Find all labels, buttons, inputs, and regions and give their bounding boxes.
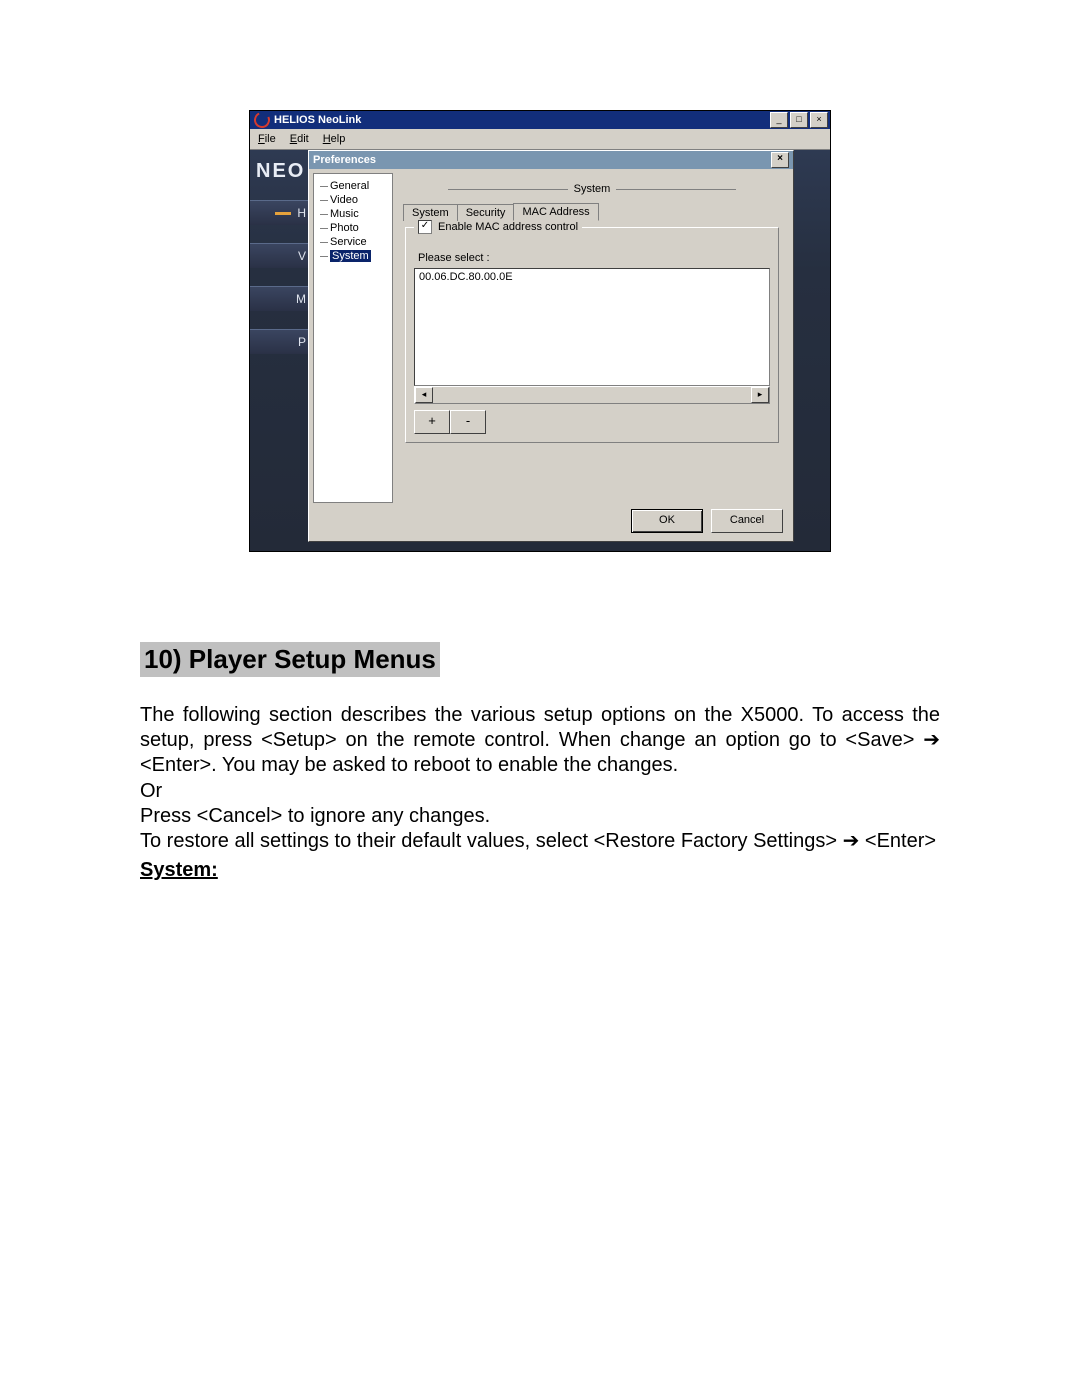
tree-item-system[interactable]: System <box>320 250 392 262</box>
tree-item-general[interactable]: General <box>320 180 392 192</box>
close-button[interactable]: × <box>810 112 828 128</box>
menu-bar: File Edit Help <box>250 129 830 150</box>
body-text: The following section describes the vari… <box>140 703 940 883</box>
window-title: HELIOS NeoLink <box>274 114 361 126</box>
please-select-label: Please select : <box>418 252 770 264</box>
tree-item-music[interactable]: Music <box>320 208 392 220</box>
cancel-button[interactable]: Cancel <box>711 509 783 533</box>
panel-tabs: System Security MAC Address <box>403 203 781 221</box>
menu-edit[interactable]: Edit <box>290 133 309 145</box>
tree-item-service[interactable]: Service <box>320 236 392 248</box>
preferences-dialog: Preferences × General Video Music Photo … <box>308 150 794 542</box>
scroll-right-icon[interactable]: ▸ <box>751 387 769 403</box>
left-tab-photo[interactable]: P <box>250 329 310 354</box>
checkbox-icon: ✓ <box>418 220 432 234</box>
mac-control-fieldset: ✓ Enable MAC address control Please sele… <box>405 220 779 443</box>
preferences-right-pane: System System Security MAC Address ✓ E <box>393 173 789 503</box>
window-titlebar: HELIOS NeoLink _ □ × <box>250 111 830 129</box>
app-brand: NEO <box>256 160 305 183</box>
list-item[interactable]: 00.06.DC.80.00.0E <box>419 271 765 283</box>
horizontal-scrollbar[interactable]: ◂ ▸ <box>414 386 770 404</box>
menu-file[interactable]: File <box>258 133 276 145</box>
scroll-left-icon[interactable]: ◂ <box>415 387 433 403</box>
ok-button[interactable]: OK <box>631 509 703 533</box>
tree-item-video[interactable]: Video <box>320 194 392 206</box>
app-left-tabs: H V M P <box>250 200 310 354</box>
preferences-title: Preferences <box>313 154 376 166</box>
remove-button[interactable]: - <box>450 410 486 434</box>
subheading-system: System: <box>140 858 940 883</box>
menu-help[interactable]: Help <box>323 133 346 145</box>
preferences-tree: General Video Music Photo Service System <box>313 173 393 503</box>
tab-system[interactable]: System <box>403 204 458 221</box>
preferences-close-button[interactable]: × <box>771 152 789 168</box>
enable-mac-checkbox[interactable]: ✓ Enable MAC address control <box>418 220 578 234</box>
checkbox-label: Enable MAC address control <box>438 221 578 233</box>
panel-heading: System <box>403 183 781 195</box>
tab-mac-address[interactable]: MAC Address <box>513 203 598 221</box>
left-tab-music[interactable]: M <box>250 286 310 311</box>
maximize-button[interactable]: □ <box>790 112 808 128</box>
screenshot-helios-neolink: HELIOS NeoLink _ □ × File Edit Help NEO … <box>249 110 831 552</box>
tab-security[interactable]: Security <box>457 204 515 221</box>
mac-address-list[interactable]: 00.06.DC.80.00.0E <box>414 268 770 386</box>
helios-logo-icon <box>252 110 273 131</box>
left-tab-video[interactable]: V <box>250 243 310 268</box>
section-heading: 10) Player Setup Menus <box>140 642 440 677</box>
left-tab-home[interactable]: H <box>250 200 310 225</box>
add-button[interactable]: + <box>414 410 450 434</box>
tree-item-photo[interactable]: Photo <box>320 222 392 234</box>
minimize-button[interactable]: _ <box>770 112 788 128</box>
app-body: NEO H V M P Preferences × General Video … <box>250 150 830 551</box>
preferences-titlebar: Preferences × <box>309 151 793 169</box>
